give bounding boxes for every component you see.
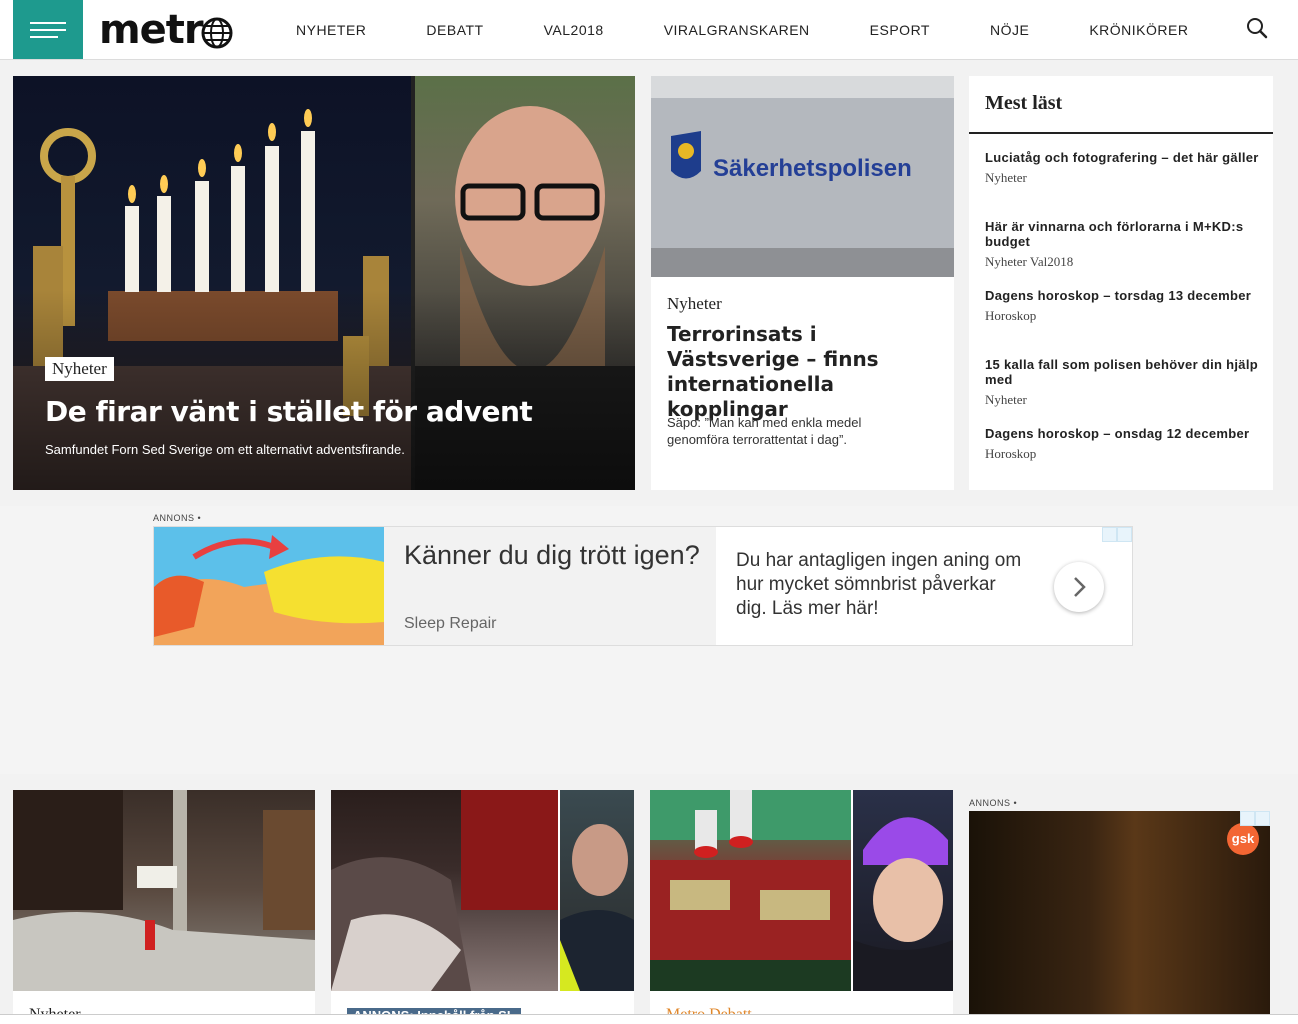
chevron-right-icon [1074,577,1086,597]
woman-illustration [853,817,953,991]
most-read-title[interactable]: Luciatåg och fotografering – det här gäl… [985,150,1260,165]
most-read-item[interactable]: Luciatåg och fotografering – det här gäl… [985,150,1260,186]
sapo-sign-illustration: Säkerhetspolisen [651,76,954,277]
ad-choices-2[interactable] [1240,811,1270,826]
most-read-item[interactable]: Dagens horoskop – torsdag 13 december Ho… [985,288,1260,324]
ad-body-text[interactable]: Du har antagligen ingen aning om hur myc… [736,549,1026,621]
most-read-panel: Mest läst Luciatåg och fotografering – d… [969,76,1273,490]
woman-portrait [853,790,953,991]
card2-headline[interactable]: Terrorinsats i Västsverige – finns inter… [667,322,942,422]
nav-viralgranskaren[interactable]: VIRALGRANSKAREN [634,0,840,59]
ad-headline[interactable]: Känner du dig trött igen? [404,537,704,573]
nav-debatt[interactable]: DEBATT [396,0,513,59]
article-card-terror[interactable]: Säkerhetspolisen Nyheter Terrorinsats i … [651,76,954,490]
ad-brand: Sleep Repair [404,615,497,632]
most-read-item[interactable]: Dagens horoskop – onsdag 12 december Hor… [985,426,1260,462]
gifts-image [650,790,851,991]
menu-icon-line [30,29,66,31]
most-read-item[interactable]: 15 kalla fall som polisen behöver din hj… [985,357,1260,408]
snow-illustration [331,790,558,991]
snow-image [331,790,558,991]
hero-headline[interactable]: De firar vänt i stället för advent [45,395,533,428]
search-icon[interactable] [1245,16,1269,40]
close-icon[interactable] [1117,527,1132,542]
nav-kronikorer[interactable]: KRÖNIKÖRER [1059,0,1218,59]
most-read-title[interactable]: Dagens horoskop – onsdag 12 december [985,426,1260,441]
menu-button[interactable] [13,0,83,59]
ad-label-2: ANNONS • [969,798,1018,808]
nav-noje[interactable]: NÖJE [960,0,1059,59]
most-read-title[interactable]: 15 kalla fall som polisen behöver din hj… [985,357,1260,387]
hero-article[interactable]: Nyheter De firar vänt i stället för adve… [13,76,635,490]
worker-illustration [560,824,634,991]
ad-label-text: ANNONS [969,798,1011,808]
close-icon[interactable] [1255,811,1270,826]
most-read-heading: Mest läst [985,92,1063,114]
nav-val2018[interactable]: VAL2018 [514,0,634,59]
site-header: metr NYHETER DEBATT VAL2018 VIRALGRANSKA… [0,0,1298,60]
worker-portrait [560,790,634,991]
most-read-tag[interactable]: Nyheter [985,170,1260,186]
article-card-memorial[interactable]: Nyheter [13,790,315,1024]
article-card-sl[interactable]: ANNONS: Innehåll från SL [331,790,634,1024]
sapo-image: Säkerhetspolisen [651,76,954,277]
most-read-item[interactable]: Här är vinnarna och förlorarna i M+KD:s … [985,219,1260,270]
adchoices-icon[interactable] [1240,811,1255,826]
metro-logo[interactable]: metr [99,8,204,52]
most-read-tag[interactable]: Horoskop [985,308,1260,324]
hero-tag[interactable]: Nyheter [45,357,114,381]
ad-headline-area: Känner du dig trött igen? Sleep Repair [384,527,716,645]
most-read-title[interactable]: Här är vinnarna och förlorarna i M+KD:s … [985,219,1260,249]
ad-label: ANNONS • [153,513,202,523]
gifts-illustration [650,790,851,991]
page-bottom-edge [0,1014,1298,1024]
card2-kicker[interactable]: Nyheter [667,294,722,314]
article-card-debatt[interactable]: Metro Debatt [650,790,953,1024]
hero-gradient [13,290,635,490]
most-read-tag[interactable]: Nyheter [985,392,1260,408]
globe-icon [201,17,233,49]
adchoices-icon[interactable] [1102,527,1117,542]
nav-esport[interactable]: ESPORT [840,0,960,59]
menu-icon [30,22,66,24]
sapo-sign-text: Säkerhetspolisen [713,155,912,182]
ad-illustration [154,527,384,645]
card2-subtitle: Säpo: ”Man kan med enkla medel genomföra… [667,415,862,447]
memorial-illustration [13,790,315,991]
ad-label-text: ANNONS [153,513,195,523]
menu-icon-line [30,36,58,38]
most-read-title[interactable]: Dagens horoskop – torsdag 13 december [985,288,1260,303]
most-read-divider [969,132,1273,134]
gsk-logo[interactable]: gsk [1227,823,1259,855]
nav-nyheter[interactable]: NYHETER [266,0,396,59]
ad-image [154,527,384,645]
sleep-repair-ad[interactable]: Känner du dig trött igen? Sleep Repair D… [153,526,1133,646]
ad-next-button[interactable] [1054,562,1104,612]
memorial-image [13,790,315,991]
main-nav: NYHETER DEBATT VAL2018 VIRALGRANSKAREN E… [266,0,1218,59]
gsk-video-ad[interactable]: gsk [969,811,1270,1024]
ad-choices[interactable] [1102,527,1132,542]
hero-subtitle: Samfundet Forn Sed Sverige om ett altern… [45,442,405,457]
most-read-tag[interactable]: Nyheter Val2018 [985,254,1260,270]
most-read-tag[interactable]: Horoskop [985,446,1260,462]
